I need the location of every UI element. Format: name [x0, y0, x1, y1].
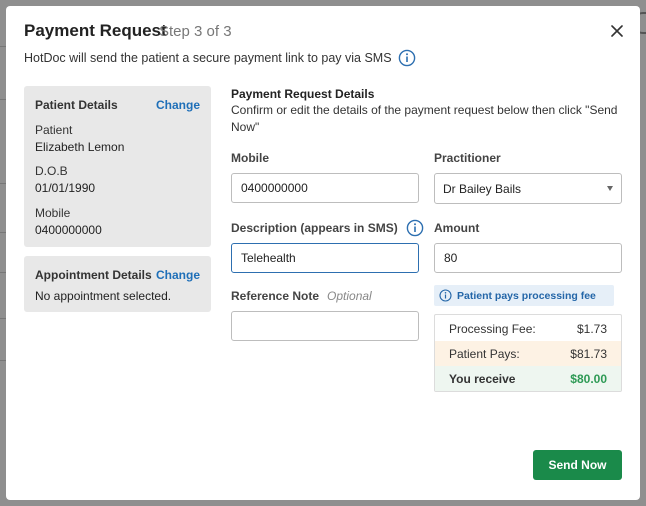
form-section-desc: Confirm or edit the details of the payme…	[231, 103, 618, 134]
reference-field-label: Reference Note Optional	[231, 289, 372, 303]
mobile-field-label-text: Mobile	[231, 151, 269, 165]
fee-summary-table: Processing Fee: $1.73 Patient Pays: $81.…	[434, 314, 622, 392]
appointment-change-link[interactable]: Change	[156, 268, 200, 282]
form-section-title: Payment Request Details	[231, 87, 375, 101]
description-field-label-text: Description (appears in SMS)	[231, 221, 398, 235]
practitioner-selected-value: Dr Bailey Bails	[443, 181, 522, 196]
optional-tag: Optional	[327, 289, 372, 303]
info-icon[interactable]	[398, 49, 416, 67]
you-receive-value: $80.00	[570, 372, 607, 386]
payment-request-modal: Payment Request Step 3 of 3 HotDoc will …	[6, 6, 640, 500]
subtitle-text: HotDoc will send the patient a secure pa…	[24, 51, 392, 65]
close-button[interactable]	[606, 20, 628, 42]
practitioner-select[interactable]: Dr Bailey Bails	[434, 173, 622, 204]
dob-label: D.O.B	[35, 164, 68, 178]
mobile-input[interactable]	[231, 173, 419, 203]
info-icon	[439, 289, 452, 302]
reference-note-input[interactable]	[231, 311, 419, 341]
dob-value: 01/01/1990	[35, 181, 96, 195]
patient-label: Patient	[35, 123, 73, 137]
reference-field-label-text: Reference Note	[231, 289, 320, 303]
info-icon[interactable]	[406, 219, 424, 237]
step-indicator: Step 3 of 3	[159, 23, 232, 40]
amount-field-label: Amount	[434, 221, 479, 235]
patient-details-heading: Patient Details	[35, 98, 118, 112]
patient-change-link[interactable]: Change	[156, 98, 200, 112]
description-field-label: Description (appears in SMS)	[231, 219, 424, 237]
mobile-value: 0400000000	[35, 223, 102, 237]
description-input[interactable]	[231, 243, 419, 273]
practitioner-field-label: Practitioner	[434, 151, 501, 165]
patient-name: Elizabeth Lemon	[35, 140, 125, 154]
close-icon	[611, 25, 623, 37]
processing-fee-badge: Patient pays processing fee	[434, 285, 614, 306]
modal-subtitle: HotDoc will send the patient a secure pa…	[24, 49, 416, 67]
appointment-details-heading: Appointment Details	[35, 268, 152, 282]
amount-field-label-text: Amount	[434, 221, 480, 235]
processing-fee-label: Processing Fee:	[449, 322, 536, 336]
processing-fee-badge-text: Patient pays processing fee	[457, 289, 596, 302]
processing-fee-value: $1.73	[576, 322, 607, 336]
send-now-button[interactable]: Send Now	[533, 450, 622, 480]
modal-title: Payment Request	[24, 21, 167, 40]
amount-input[interactable]	[434, 243, 622, 273]
you-receive-row: You receive $80.00	[435, 366, 621, 391]
practitioner-field-label-text: Practitioner	[434, 151, 501, 165]
patient-pays-label: Patient Pays:	[449, 347, 520, 361]
patient-details-card: Patient Details Change Patient Elizabeth…	[24, 86, 211, 247]
appointment-value: No appointment selected.	[35, 289, 172, 303]
mobile-field-label: Mobile	[231, 151, 269, 165]
you-receive-label: You receive	[449, 372, 516, 386]
patient-pays-value: $81.73	[570, 347, 607, 361]
mobile-label: Mobile	[35, 206, 71, 220]
patient-pays-row: Patient Pays: $81.73	[435, 341, 621, 367]
chevron-down-icon	[607, 186, 613, 191]
processing-fee-row: Processing Fee: $1.73	[435, 316, 621, 342]
appointment-details-card: Appointment Details Change No appointmen…	[24, 256, 211, 312]
